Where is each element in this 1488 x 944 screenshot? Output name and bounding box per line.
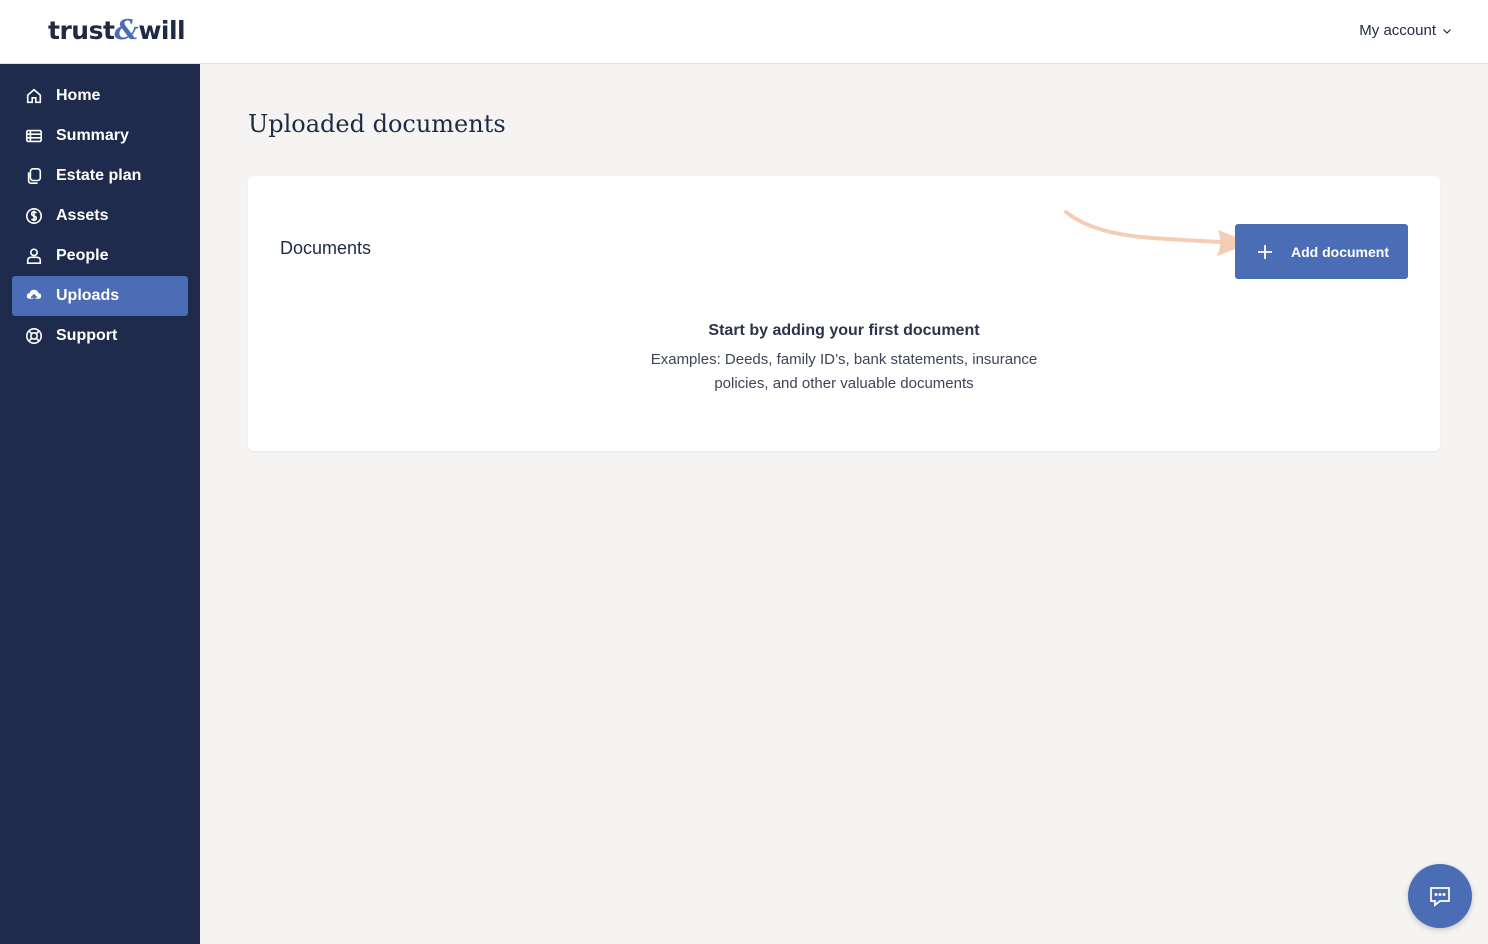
sidebar-item-support[interactable]: Support (12, 316, 188, 356)
dollar-icon (24, 206, 44, 226)
sidebar-item-label: People (56, 247, 109, 264)
empty-state-title: Start by adding your first document (708, 322, 980, 339)
sidebar-item-home[interactable]: Home (12, 76, 188, 116)
sidebar-item-people[interactable]: People (12, 236, 188, 276)
sidebar-item-label: Home (56, 87, 101, 104)
sidebar-item-uploads[interactable]: Uploads (12, 276, 188, 316)
sidebar: Home Summary Estate plan Assets People U… (0, 64, 200, 944)
summary-icon (24, 126, 44, 146)
upload-cloud-icon (24, 286, 44, 306)
card-title: Documents (280, 238, 372, 258)
sidebar-item-label: Uploads (56, 287, 120, 304)
chat-button[interactable] (1408, 864, 1472, 928)
lifebuoy-icon (24, 326, 44, 346)
people-icon (24, 246, 44, 266)
chevron-down-icon (1443, 28, 1451, 34)
add-document-label: Add document (1291, 243, 1389, 260)
plus-icon (1258, 244, 1272, 259)
sidebar-item-estate-plan[interactable]: Estate plan (12, 156, 188, 196)
page-title: Uploaded documents (248, 110, 506, 138)
logo-ampersand: & (114, 15, 139, 46)
documents-card: Documents Add document Start by adding y… (248, 176, 1440, 451)
sidebar-item-summary[interactable]: Summary (12, 116, 188, 156)
add-document-button[interactable]: Add document (1235, 224, 1408, 279)
logo[interactable]: trust & will (48, 15, 186, 47)
my-account-label: My account (1359, 22, 1436, 39)
sidebar-item-label: Support (56, 327, 118, 344)
arrow-annotation-icon (1064, 210, 1251, 256)
sidebar-item-label: Summary (56, 127, 129, 144)
sidebar-item-label: Assets (56, 207, 109, 224)
empty-state-description: Examples: Deeds, family ID’s, bank state… (650, 351, 1038, 392)
top-bar: trust & will My account (0, 0, 1488, 64)
estate-plan-icon (24, 166, 44, 186)
logo-text-will: will (138, 16, 186, 45)
chat-icon (1430, 887, 1450, 907)
sidebar-item-label: Estate plan (56, 167, 142, 184)
sidebar-item-assets[interactable]: Assets (12, 196, 188, 236)
logo-text-trust: trust (48, 16, 115, 45)
my-account-menu[interactable]: My account (1359, 22, 1452, 39)
home-icon (24, 86, 44, 106)
